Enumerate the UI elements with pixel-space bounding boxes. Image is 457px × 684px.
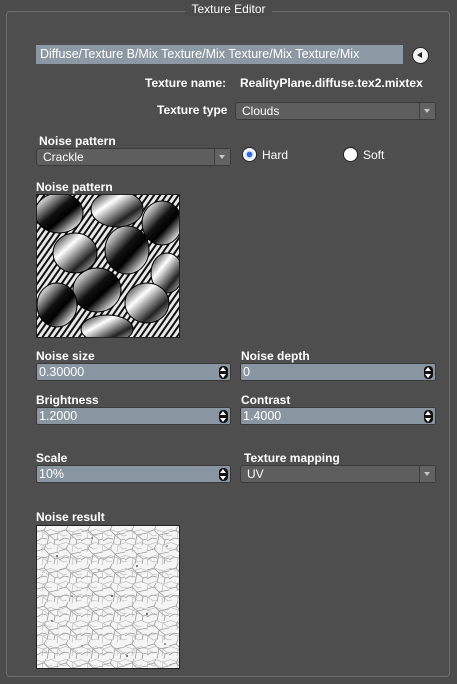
scale-value: 10% <box>39 467 65 481</box>
noise-result-preview <box>36 525 180 669</box>
window-title: Texture Editor <box>0 2 457 16</box>
hard-radio-label[interactable]: Hard <box>262 148 288 162</box>
stepper-arrows-icon[interactable] <box>424 410 433 423</box>
stepper-arrows-icon[interactable] <box>424 366 433 379</box>
texture-mapping-select[interactable]: UV <box>240 465 436 483</box>
texture-type-select[interactable]: Clouds <box>235 102 436 120</box>
noise-result-label: Noise result <box>36 510 105 524</box>
contrast-label: Contrast <box>241 393 291 407</box>
texture-name-value: RealityPlane.diffuse.tex2.mixtex <box>240 76 423 90</box>
noise-depth-input[interactable]: 0 <box>240 363 436 381</box>
hard-radio[interactable] <box>243 148 256 161</box>
stepper-arrows-icon[interactable] <box>219 410 228 423</box>
soft-radio[interactable] <box>344 148 357 161</box>
noise-depth-label: Noise depth <box>241 349 310 363</box>
contrast-value: 1.4000 <box>243 409 282 423</box>
scale-label: Scale <box>36 451 68 465</box>
soft-radio-label[interactable]: Soft <box>363 148 384 162</box>
texture-mapping-label: Texture mapping <box>244 451 340 465</box>
noise-pattern-value: Crackle <box>43 150 84 164</box>
chevron-down-icon <box>419 466 435 482</box>
chevron-down-icon <box>214 149 230 165</box>
brightness-label: Brightness <box>36 393 99 407</box>
noise-size-label: Noise size <box>36 349 95 363</box>
chevron-down-icon <box>419 103 435 119</box>
contrast-input[interactable]: 1.4000 <box>240 407 436 425</box>
noise-depth-value: 0 <box>243 365 250 379</box>
noise-pattern-select[interactable]: Crackle <box>36 148 231 166</box>
scale-input[interactable]: 10% <box>36 465 231 483</box>
texture-name-label: Texture name: <box>145 76 227 90</box>
stepper-arrows-icon[interactable] <box>219 468 228 481</box>
texture-type-value: Clouds <box>242 104 280 118</box>
noise-pattern-preview <box>36 194 180 338</box>
texture-path-field[interactable]: Diffuse/Texture B/Mix Texture/Mix Textur… <box>36 45 403 64</box>
noise-pattern-label: Noise pattern <box>39 134 116 148</box>
texture-type-label: Texture type <box>157 103 228 117</box>
brightness-value: 1.2000 <box>39 409 78 423</box>
back-arrow-icon[interactable] <box>413 48 428 63</box>
noise-size-input[interactable]: 0.30000 <box>36 363 231 381</box>
stepper-arrows-icon[interactable] <box>219 366 228 379</box>
brightness-input[interactable]: 1.2000 <box>36 407 231 425</box>
noise-size-value: 0.30000 <box>39 365 85 379</box>
texture-mapping-value: UV <box>247 467 264 481</box>
noise-pattern-preview-label: Noise pattern <box>36 180 113 194</box>
